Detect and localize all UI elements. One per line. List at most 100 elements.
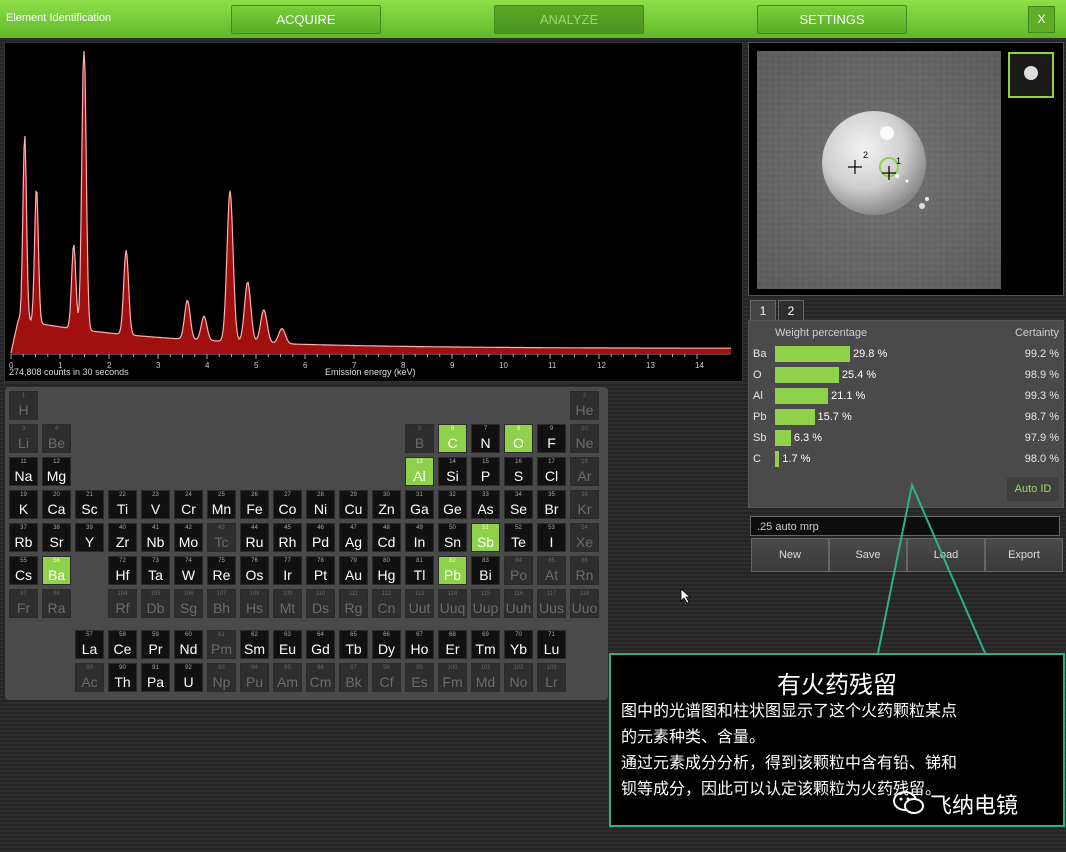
element-rf[interactable]: 104 Rf — [108, 589, 137, 618]
element-er[interactable]: 68 Er — [438, 630, 467, 659]
element-h[interactable]: 1H — [9, 391, 38, 420]
element-sm[interactable]: 62 Sm — [240, 630, 269, 659]
element-sc[interactable]: 21 Sc — [75, 490, 104, 519]
element-db[interactable]: 105 Db — [141, 589, 170, 618]
element-ge[interactable]: 32 Ge — [438, 490, 467, 519]
element-p[interactable]: 15 P — [471, 457, 500, 486]
tab-analyze[interactable]: ANALYZE — [494, 5, 644, 34]
element-ar[interactable]: 18 Ar — [570, 457, 599, 486]
element-br[interactable]: 35 Br — [537, 490, 566, 519]
element-cu[interactable]: 29 Cu — [339, 490, 368, 519]
element-v[interactable]: 23 V — [141, 490, 170, 519]
element-uuh[interactable]: 116 Uuh — [504, 589, 533, 618]
element-sg[interactable]: 106 Sg — [174, 589, 203, 618]
element-bk[interactable]: 97 Bk — [339, 663, 368, 692]
result-tab-2[interactable]: 2 — [778, 300, 804, 321]
element-pt[interactable]: 78 Pt — [306, 556, 335, 585]
recipe-input[interactable]: .25 auto mrp — [750, 516, 1060, 536]
element-se[interactable]: 34 Se — [504, 490, 533, 519]
element-ra[interactable]: 88 Ra — [42, 589, 71, 618]
element-ds[interactable]: 110 Ds — [306, 589, 335, 618]
element-sb[interactable]: 51 Sb — [471, 523, 500, 552]
element-o[interactable]: 8O — [504, 424, 533, 453]
element-fe[interactable]: 26 Fe — [240, 490, 269, 519]
element-cr[interactable]: 24 Cr — [174, 490, 203, 519]
element-ca[interactable]: 20 Ca — [42, 490, 71, 519]
element-uut[interactable]: 113 Uut — [405, 589, 434, 618]
element-fm[interactable]: 100 Fm — [438, 663, 467, 692]
element-os[interactable]: 76 Os — [240, 556, 269, 585]
element-np[interactable]: 93 Np — [207, 663, 236, 692]
element-rn[interactable]: 86 Rn — [570, 556, 599, 585]
element-kr[interactable]: 36 Kr — [570, 490, 599, 519]
element-es[interactable]: 99 Es — [405, 663, 434, 692]
element-sr[interactable]: 38 Sr — [42, 523, 71, 552]
element-c[interactable]: 6C — [438, 424, 467, 453]
element-be[interactable]: 4 Be — [42, 424, 71, 453]
load-button[interactable]: Load — [907, 538, 985, 572]
element-uup[interactable]: 115 Uup — [471, 589, 500, 618]
element-hf[interactable]: 72 Hf — [108, 556, 137, 585]
result-tab-1[interactable]: 1 — [750, 300, 776, 321]
element-cf[interactable]: 98 Cf — [372, 663, 401, 692]
element-co[interactable]: 27 Co — [273, 490, 302, 519]
auto-id-button[interactable]: Auto ID — [1007, 477, 1059, 501]
element-na[interactable]: 11 Na — [9, 457, 38, 486]
element-f[interactable]: 9F — [537, 424, 566, 453]
element-tb[interactable]: 65 Tb — [339, 630, 368, 659]
element-nb[interactable]: 41 Nb — [141, 523, 170, 552]
element-hg[interactable]: 80 Hg — [372, 556, 401, 585]
element-bh[interactable]: 107 Bh — [207, 589, 236, 618]
element-ho[interactable]: 67 Ho — [405, 630, 434, 659]
element-tc[interactable]: 43 Tc — [207, 523, 236, 552]
element-y[interactable]: 39 Y — [75, 523, 104, 552]
element-uuo[interactable]: 118 Uuo — [570, 589, 599, 618]
element-am[interactable]: 95 Am — [273, 663, 302, 692]
element-al[interactable]: 13 Al — [405, 457, 434, 486]
element-zr[interactable]: 40 Zr — [108, 523, 137, 552]
element-sn[interactable]: 50 Sn — [438, 523, 467, 552]
element-pb[interactable]: 82 Pb — [438, 556, 467, 585]
export-button[interactable]: Export — [985, 538, 1063, 572]
tab-settings[interactable]: SETTINGS — [757, 5, 907, 34]
element-zn[interactable]: 30 Zn — [372, 490, 401, 519]
element-po[interactable]: 84 Po — [504, 556, 533, 585]
element-ga[interactable]: 31 Ga — [405, 490, 434, 519]
element-pa[interactable]: 91 Pa — [141, 663, 170, 692]
element-gd[interactable]: 64 Gd — [306, 630, 335, 659]
element-n[interactable]: 7N — [471, 424, 500, 453]
element-w[interactable]: 74 W — [174, 556, 203, 585]
element-nd[interactable]: 60 Nd — [174, 630, 203, 659]
element-lr[interactable]: 103 Lr — [537, 663, 566, 692]
element-si[interactable]: 14 Si — [438, 457, 467, 486]
element-ti[interactable]: 22 Ti — [108, 490, 137, 519]
element-in[interactable]: 49 In — [405, 523, 434, 552]
element-ru[interactable]: 44 Ru — [240, 523, 269, 552]
element-cs[interactable]: 55 Cs — [9, 556, 38, 585]
element-li[interactable]: 3 Li — [9, 424, 38, 453]
element-fr[interactable]: 87 Fr — [9, 589, 38, 618]
element-yb[interactable]: 70 Yb — [504, 630, 533, 659]
element-dy[interactable]: 66 Dy — [372, 630, 401, 659]
element-lu[interactable]: 71 Lu — [537, 630, 566, 659]
element-ta[interactable]: 73 Ta — [141, 556, 170, 585]
element-uuq[interactable]: 114 Uuq — [438, 589, 467, 618]
close-button[interactable]: X — [1028, 6, 1055, 33]
element-th[interactable]: 90 Th — [108, 663, 137, 692]
element-cl[interactable]: 17 Cl — [537, 457, 566, 486]
element-ag[interactable]: 47 Ag — [339, 523, 368, 552]
element-la[interactable]: 57 La — [75, 630, 104, 659]
tab-acquire[interactable]: ACQUIRE — [231, 5, 381, 34]
element-u[interactable]: 92 U — [174, 663, 203, 692]
element-pd[interactable]: 46 Pd — [306, 523, 335, 552]
element-s[interactable]: 16 S — [504, 457, 533, 486]
element-he[interactable]: 2 He — [570, 391, 599, 420]
element-md[interactable]: 101 Md — [471, 663, 500, 692]
new-button[interactable]: New — [751, 538, 829, 572]
element-ba[interactable]: 56 Ba — [42, 556, 71, 585]
element-mt[interactable]: 109 Mt — [273, 589, 302, 618]
spectrum-chart[interactable]: 0 1 2 3 4 5 6 7 8 9 10 11 12 13 14 274,808 counts in 3… — [4, 42, 743, 382]
save-button[interactable]: Save — [829, 538, 907, 572]
element-ce[interactable]: 58 Ce — [108, 630, 137, 659]
element-pu[interactable]: 94 Pu — [240, 663, 269, 692]
